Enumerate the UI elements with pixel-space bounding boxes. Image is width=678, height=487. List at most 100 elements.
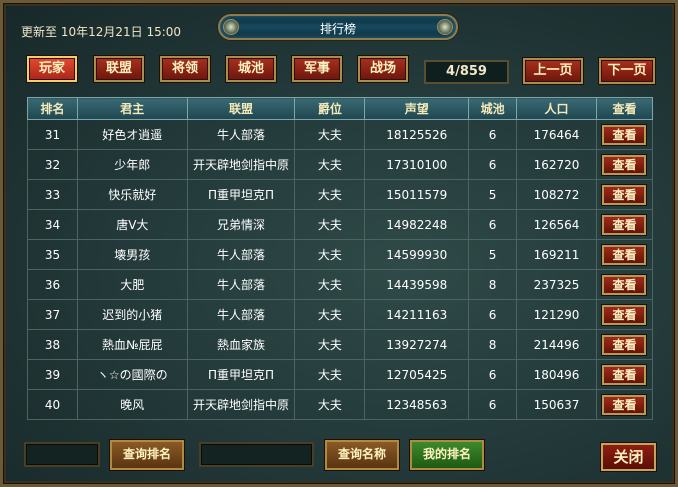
col-lord: 君主	[76, 97, 188, 120]
ornament-right-icon	[437, 19, 453, 35]
cities-cell: 6	[468, 149, 518, 180]
lord-cell: 晚风	[76, 389, 188, 420]
table-row: 40 晚风 开天辟地剑指中原 大夫 12348563 6 150637 查看	[27, 389, 654, 420]
alliance-cell: Π重甲坦克Π	[186, 179, 296, 210]
view-cell: 查看	[595, 269, 654, 300]
view-button[interactable]: 查看	[602, 304, 647, 325]
cities-cell: 5	[468, 179, 518, 210]
lord-cell: ヽ☆の國際の	[76, 359, 188, 390]
tab-alliance[interactable]: 联盟	[94, 56, 144, 82]
view-cell: 查看	[595, 299, 654, 330]
view-button[interactable]: 查看	[602, 244, 647, 265]
view-button[interactable]: 查看	[602, 154, 647, 175]
view-cell: 查看	[595, 359, 654, 390]
title-cell: 大夫	[294, 179, 366, 210]
tab-battlefield[interactable]: 战场	[358, 56, 408, 82]
lord-cell: 迟到的小猪	[76, 299, 188, 330]
next-page-button[interactable]: 下一页	[599, 58, 655, 84]
population-cell: 169211	[516, 239, 597, 270]
query-name-button[interactable]: 查询名称	[325, 440, 399, 470]
view-button[interactable]: 查看	[602, 364, 647, 385]
view-cell: 查看	[595, 119, 654, 150]
cities-cell: 5	[468, 239, 518, 270]
table-row: 35 壊男孩 牛人部落 大夫 14599930 5 169211 查看	[27, 239, 654, 270]
title-cell: 大夫	[294, 149, 366, 180]
lord-cell: 快乐就好	[76, 179, 188, 210]
alliance-cell: 兄弟情深	[186, 209, 296, 240]
view-cell: 查看	[595, 179, 654, 210]
view-cell: 查看	[595, 239, 654, 270]
col-rank: 排名	[27, 97, 78, 120]
population-cell: 237325	[516, 269, 597, 300]
title-cell: 大夫	[294, 299, 366, 330]
rank-cell: 40	[27, 389, 78, 420]
prestige-cell: 14439598	[364, 269, 470, 300]
alliance-cell: 牛人部落	[186, 269, 296, 300]
view-button[interactable]: 查看	[602, 124, 647, 145]
col-cities: 城池	[468, 97, 518, 120]
cities-cell: 8	[468, 269, 518, 300]
alliance-cell: 牛人部落	[186, 299, 296, 330]
view-button[interactable]: 查看	[602, 274, 647, 295]
population-cell: 150637	[516, 389, 597, 420]
col-view: 查看	[595, 97, 654, 120]
ranking-window: 更新至 10年12月21日 15:00 排行榜 玩家 联盟 将领 城池 军事 战…	[0, 0, 678, 487]
alliance-cell: 开天辟地剑指中原	[186, 149, 296, 180]
tab-general[interactable]: 将领	[160, 56, 210, 82]
cities-cell: 6	[468, 209, 518, 240]
rank-cell: 38	[27, 329, 78, 360]
rank-cell: 39	[27, 359, 78, 390]
rank-cell: 37	[27, 299, 78, 330]
prev-page-button[interactable]: 上一页	[523, 58, 583, 84]
close-button[interactable]: 关闭	[601, 443, 656, 471]
population-cell: 176464	[516, 119, 597, 150]
prestige-cell: 13927274	[364, 329, 470, 360]
lord-cell: 唐V大	[76, 209, 188, 240]
title-cell: 大夫	[294, 359, 366, 390]
rank-cell: 34	[27, 209, 78, 240]
name-search-input[interactable]	[199, 442, 314, 467]
ranking-table: 排名 君主 联盟 爵位 声望 城池 人口 查看 31 好色オ逍遥 牛人部落 大夫 181…	[27, 97, 654, 420]
tab-player[interactable]: 玩家	[27, 56, 77, 82]
population-cell: 126564	[516, 209, 597, 240]
col-prestige: 声望	[364, 97, 470, 120]
title-cell: 大夫	[294, 329, 366, 360]
rank-search-input[interactable]	[24, 442, 100, 467]
prestige-cell: 14982248	[364, 209, 470, 240]
rank-cell: 36	[27, 269, 78, 300]
title-bar: 排行榜	[218, 14, 458, 40]
alliance-cell: 熱血家族	[186, 329, 296, 360]
alliance-cell: 牛人部落	[186, 239, 296, 270]
col-population: 人口	[516, 97, 597, 120]
prestige-cell: 15011579	[364, 179, 470, 210]
lord-cell: 壊男孩	[76, 239, 188, 270]
view-button[interactable]: 查看	[602, 394, 647, 415]
population-cell: 121290	[516, 299, 597, 330]
tab-city[interactable]: 城池	[226, 56, 276, 82]
rank-cell: 35	[27, 239, 78, 270]
title-cell: 大夫	[294, 239, 366, 270]
view-button[interactable]: 查看	[602, 214, 647, 235]
cities-cell: 6	[468, 389, 518, 420]
query-rank-button[interactable]: 查询排名	[110, 440, 184, 470]
view-button[interactable]: 查看	[602, 334, 647, 355]
prestige-cell: 17310100	[364, 149, 470, 180]
alliance-cell: 开天辟地剑指中原	[186, 389, 296, 420]
tab-military[interactable]: 军事	[292, 56, 342, 82]
view-cell: 查看	[595, 329, 654, 360]
ranking-rows: 31 好色オ逍遥 牛人部落 大夫 18125526 6 176464 查看 32 少年郎 开天辟地剑…	[27, 119, 654, 420]
table-row: 36 大肥 牛人部落 大夫 14439598 8 237325 查看	[27, 269, 654, 300]
prestige-cell: 12705425	[364, 359, 470, 390]
table-row: 32 少年郎 开天辟地剑指中原 大夫 17310100 6 162720 查看	[27, 149, 654, 180]
my-rank-button[interactable]: 我的排名	[410, 440, 484, 470]
rank-cell: 31	[27, 119, 78, 150]
title-cell: 大夫	[294, 389, 366, 420]
cities-cell: 6	[468, 359, 518, 390]
cities-cell: 6	[468, 119, 518, 150]
view-button[interactable]: 查看	[602, 184, 647, 205]
title-cell: 大夫	[294, 209, 366, 240]
cities-cell: 8	[468, 329, 518, 360]
prestige-cell: 12348563	[364, 389, 470, 420]
prestige-cell: 14211163	[364, 299, 470, 330]
population-cell: 162720	[516, 149, 597, 180]
